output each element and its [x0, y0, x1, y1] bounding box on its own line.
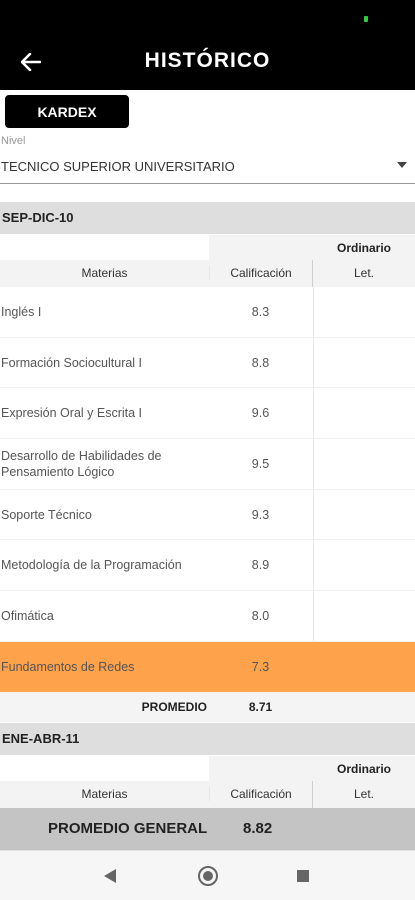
column-headers: Materias Calificación Let. — [0, 781, 415, 808]
nav-home-icon[interactable] — [198, 866, 218, 886]
subject-cell: Soporte Técnico — [1, 507, 92, 522]
materias-header: Materias — [81, 787, 128, 801]
nav-recents-icon[interactable] — [297, 870, 309, 882]
table-header: Ordinario Materias Calificación Let. — [0, 235, 415, 287]
subject-cell: Expresión Oral y Escrita I — [1, 406, 143, 421]
grade-cell: 9.6 — [251, 406, 270, 421]
let-cell — [313, 489, 415, 540]
subject-cell: Inglés I — [1, 304, 42, 319]
ordinario-header: Ordinario — [336, 762, 391, 776]
table-row-highlighted: Fundamentos de Redes 7.3 — [0, 641, 415, 693]
let-cell — [313, 439, 415, 489]
let-header: Let. — [353, 266, 374, 280]
table-row: Ofimática 8.0 — [0, 591, 415, 642]
grades-table: Inglés I 8.3 Formación Sociocultural I 8… — [0, 287, 415, 693]
subject-cell: Metodología de la Programación — [1, 558, 182, 573]
promedio-value: 8.71 — [248, 700, 273, 714]
nivel-selected-value: TECNICO SUPERIOR UNIVERSITARIO — [1, 159, 235, 174]
table-row: Metodología de la Programación 8.9 — [0, 540, 415, 592]
let-cell — [313, 591, 415, 641]
let-cell — [313, 641, 415, 692]
subject-cell: Desarrollo de Habilidades de Pensamiento… — [1, 448, 162, 479]
subject-cell: Ofimática — [1, 608, 54, 623]
table-row: Desarrollo de Habilidades de Pensamiento… — [0, 439, 415, 490]
header-spacer — [0, 235, 209, 260]
promedio-general-value: 8.82 — [243, 820, 273, 837]
ordinario-header: Ordinario — [336, 241, 391, 255]
period-header: SEP-DIC-10 — [0, 202, 415, 234]
let-header: Let. — [353, 787, 374, 801]
grade-cell: 9.3 — [251, 507, 270, 522]
promedio-label: PROMEDIO — [141, 700, 207, 714]
notification-dot-icon — [364, 16, 368, 22]
nivel-dropdown[interactable]: TECNICO SUPERIOR UNIVERSITARIO — [0, 150, 415, 184]
subject-cell: Fundamentos de Redes — [1, 659, 135, 674]
nivel-label: Nivel — [1, 135, 26, 147]
promedio-general-bar: PROMEDIO GENERAL 8.82 — [0, 808, 415, 850]
system-nav-bar — [0, 850, 415, 900]
ordinario-group-header: Ordinario — [209, 235, 415, 260]
dropdown-caret-icon — [397, 162, 407, 168]
grade-cell: 8.3 — [251, 304, 270, 319]
ordinario-group-header: Ordinario — [209, 756, 415, 781]
nav-back-icon[interactable] — [104, 869, 116, 883]
subject-cell: Formación Sociocultural I — [1, 355, 143, 370]
nav-home-inner — [203, 871, 213, 881]
let-cell — [313, 337, 415, 388]
promedio-row: PROMEDIO 8.71 — [0, 692, 415, 722]
promedio-general-label: PROMEDIO GENERAL — [48, 820, 208, 837]
calificacion-header: Calificación — [209, 266, 312, 280]
header-spacer — [0, 756, 209, 781]
page-title: HISTÓRICO — [144, 49, 271, 72]
table-header: Ordinario Materias Calificación Let. — [0, 756, 415, 808]
let-cell — [313, 388, 415, 439]
table-row: Formación Sociocultural I 8.8 — [0, 337, 415, 389]
grade-cell: 8.8 — [251, 355, 270, 370]
grade-cell: 8.9 — [251, 558, 270, 573]
period-label: SEP-DIC-10 — [2, 210, 74, 225]
table-row: Inglés I 8.3 — [0, 287, 415, 338]
let-cell — [313, 287, 415, 337]
calificacion-header: Calificación — [209, 787, 312, 801]
grade-cell: 8.0 — [251, 608, 270, 623]
kardex-button[interactable]: KARDEX — [5, 95, 129, 128]
materias-header: Materias — [81, 266, 128, 280]
let-cell — [313, 540, 415, 591]
status-bar — [0, 0, 415, 34]
app-bar: HISTÓRICO — [0, 34, 415, 90]
period-header: ENE-ABR-11 — [0, 723, 415, 755]
column-headers: Materias Calificación Let. — [0, 260, 415, 287]
grade-cell: 7.3 — [251, 659, 270, 674]
table-row: Expresión Oral y Escrita I 9.6 — [0, 388, 415, 440]
grade-cell: 9.5 — [251, 456, 270, 471]
period-label: ENE-ABR-11 — [2, 731, 80, 746]
table-row: Soporte Técnico 9.3 — [0, 489, 415, 541]
